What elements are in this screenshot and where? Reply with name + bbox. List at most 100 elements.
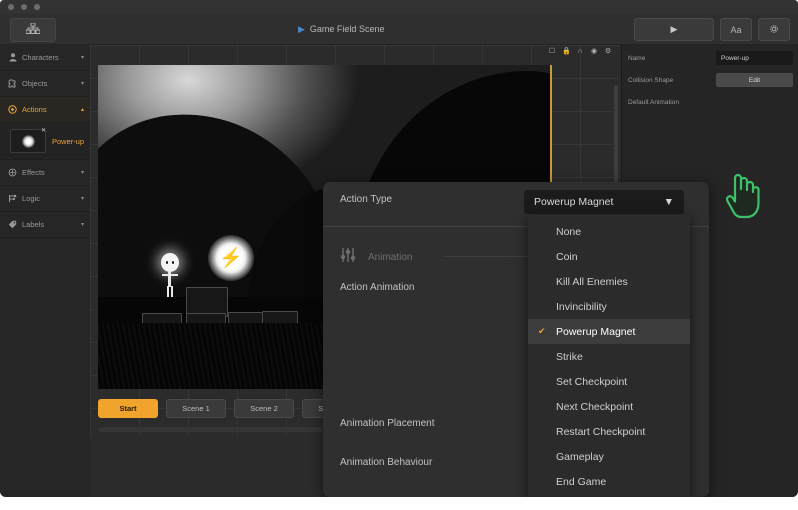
- collision-shape-label: Collision Shape: [628, 76, 674, 84]
- animation-placement-label: Animation Placement: [340, 418, 435, 429]
- powerup-object[interactable]: ⚡: [208, 235, 254, 281]
- character-eye: [172, 261, 174, 264]
- dropdown-option-end-game[interactable]: End Game: [528, 469, 690, 494]
- scene-tab-label: Scene 1: [182, 404, 210, 413]
- sidebar-item-characters[interactable]: Characters ▾: [0, 45, 90, 71]
- chevron-up-icon: ▴: [80, 107, 84, 113]
- asset-label: Power-up: [52, 136, 85, 146]
- toolbar-actions: ▶ Aa: [634, 18, 790, 41]
- trash-icon[interactable]: ⚙: [604, 47, 612, 56]
- animation-section-label: Animation: [368, 252, 413, 263]
- scene-tab-2[interactable]: Scene 2: [234, 399, 294, 418]
- chevron-down-icon: ▾: [80, 55, 84, 61]
- scene-title: Game Field Scene: [309, 24, 385, 34]
- sidebar-item-label: Objects: [22, 79, 48, 88]
- dropdown-option-label: Powerup Magnet: [556, 325, 636, 338]
- action-type-dropdown-menu[interactable]: None Coin Kill All Enemies Invincibility…: [528, 215, 690, 497]
- sliders-icon: [340, 248, 356, 267]
- hand-pointer-icon: [722, 172, 762, 220]
- edit-collision-button[interactable]: Edit: [716, 73, 793, 87]
- name-input[interactable]: Power-up: [716, 51, 793, 65]
- dropdown-option-label: Restart Checkpoint: [556, 425, 646, 438]
- sparkle-icon: [7, 168, 18, 177]
- character-head: [161, 253, 179, 272]
- dropdown-option-restart-checkpoint[interactable]: Restart Checkpoint: [528, 419, 690, 444]
- sidebar-item-objects[interactable]: Objects ▾: [0, 71, 90, 97]
- sidebar-item-labels[interactable]: Labels ▾: [0, 212, 90, 238]
- animation-section-header: Animation: [340, 248, 412, 267]
- gear-icon: [769, 24, 779, 36]
- animation-behaviour-label: Animation Behaviour: [340, 457, 433, 468]
- lightning-bolt-icon: ⚡: [219, 247, 243, 269]
- dropdown-option-label: None: [556, 225, 582, 238]
- window-controls[interactable]: [8, 4, 40, 10]
- sidebar-item-label: Labels: [22, 220, 45, 229]
- magnet-icon[interactable]: ∩: [576, 47, 584, 56]
- sidebar-item-actions[interactable]: Actions ▴: [0, 97, 90, 123]
- chevron-down-icon: ▾: [80, 81, 84, 87]
- sidebar-item-label: Characters: [22, 53, 59, 62]
- eye-icon[interactable]: ◉: [590, 47, 598, 56]
- dropdown-option-label: Gameplay: [556, 450, 604, 463]
- dropdown-option-coin[interactable]: Coin: [528, 244, 690, 269]
- dropdown-option-label: Invincibility: [556, 300, 607, 313]
- canvas-toolbar: ☐ 🔒 ∩ ◉ ⚙: [548, 47, 612, 56]
- asset-thumbnail[interactable]: ✕: [10, 128, 46, 153]
- scene-tab-label: Scene 2: [250, 404, 278, 413]
- default-animation-row: Default Animation: [628, 93, 793, 111]
- preview-play-button[interactable]: ▶: [634, 18, 714, 41]
- hierarchy-icon: [25, 21, 41, 39]
- name-property-row: Name Power-up: [628, 49, 793, 67]
- character-eye: [166, 261, 168, 264]
- sidebar-item-label: Effects: [22, 168, 45, 177]
- sidebar-item-logic[interactable]: Logic ▾: [0, 186, 90, 212]
- sidebar-item-label: Actions: [22, 105, 47, 114]
- settings-button[interactable]: [758, 18, 790, 41]
- expand-icon[interactable]: ☐: [548, 47, 556, 56]
- animation-placement-row: Animation Placement: [340, 418, 435, 429]
- target-icon: [7, 105, 18, 114]
- scene-tab-start[interactable]: Start: [98, 399, 158, 418]
- modal-action-type-select[interactable]: Powerup Magnet ▼: [524, 190, 684, 214]
- sidebar-item-effects[interactable]: Effects ▾: [0, 160, 90, 186]
- dropdown-option-label: End Game: [556, 475, 607, 488]
- chevron-down-icon: ▼: [663, 196, 674, 208]
- dropdown-option-strike[interactable]: Strike: [528, 344, 690, 369]
- dropdown-option-powerup-magnet[interactable]: ✔ Powerup Magnet: [528, 319, 690, 344]
- flow-icon: [7, 194, 18, 203]
- close-window-dot[interactable]: [8, 4, 14, 10]
- dropdown-option-label: Strike: [556, 350, 583, 363]
- tag-icon: [7, 220, 18, 229]
- dropdown-option-label: Kill All Enemies: [556, 275, 628, 288]
- person-icon: [7, 53, 18, 62]
- dropdown-option-kill-all-enemies[interactable]: Kill All Enemies: [528, 269, 690, 294]
- dropdown-option-label: Coin: [556, 250, 578, 263]
- title-bar: [0, 0, 798, 14]
- lock-icon[interactable]: 🔒: [562, 47, 571, 56]
- chevron-down-icon: ▾: [80, 170, 84, 176]
- character-arm: [171, 274, 178, 276]
- dropdown-option-next-checkpoint[interactable]: Next Checkpoint: [528, 394, 690, 419]
- minimize-window-dot[interactable]: [21, 4, 27, 10]
- asset-item-powerup[interactable]: ✕ Power-up: [0, 123, 90, 160]
- hierarchy-button[interactable]: [10, 18, 56, 42]
- action-animation-label: Action Animation: [340, 282, 415, 293]
- modal-action-type-label: Action Type: [340, 194, 393, 205]
- text-tool-label: Aa: [730, 24, 742, 35]
- text-tool-button[interactable]: Aa: [720, 18, 752, 41]
- application-window: ▶ Game Field Scene ▶ Aa Characters ▾ Obj…: [0, 0, 798, 497]
- dropdown-option-none[interactable]: None: [528, 219, 690, 244]
- scene-tab-1[interactable]: Scene 1: [166, 399, 226, 418]
- player-character[interactable]: [158, 253, 182, 297]
- remove-asset-icon[interactable]: ✕: [41, 128, 46, 134]
- chevron-down-icon: ▾: [80, 196, 84, 202]
- modal-action-type-row: Action Type: [340, 194, 392, 205]
- maximize-window-dot[interactable]: [34, 4, 40, 10]
- dropdown-option-invincibility[interactable]: Invincibility: [528, 294, 690, 319]
- dropdown-option-gameplay[interactable]: Gameplay: [528, 444, 690, 469]
- sidebar-item-label: Logic: [22, 194, 40, 203]
- main-toolbar: ▶ Game Field Scene ▶ Aa: [0, 14, 798, 45]
- dropdown-option-set-checkpoint[interactable]: Set Checkpoint: [528, 369, 690, 394]
- play-icon: ▶: [670, 24, 678, 34]
- check-icon: ✔: [538, 326, 546, 336]
